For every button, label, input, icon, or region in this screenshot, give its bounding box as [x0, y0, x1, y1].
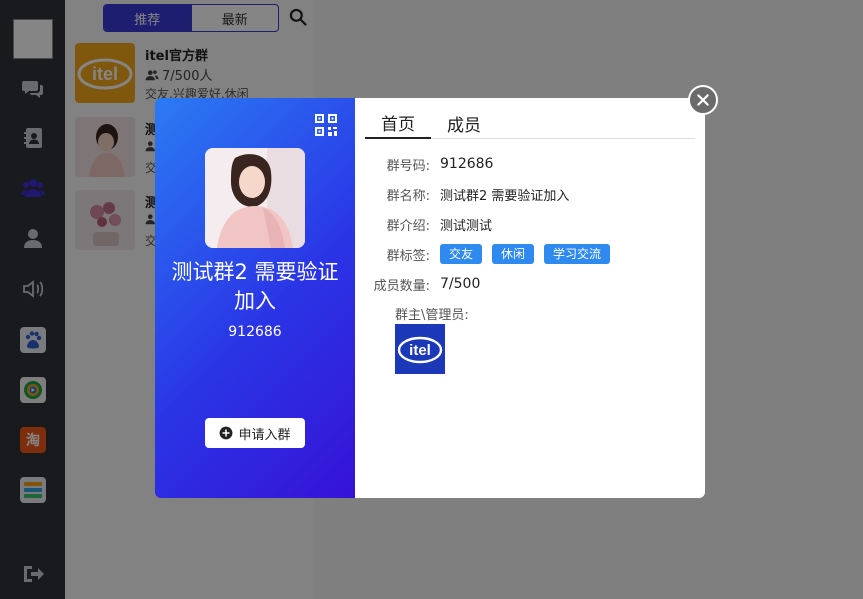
modal-profile-panel: 测试群2 需要验证加入 912686 申请入群: [155, 98, 355, 498]
qrcode-icon[interactable]: [314, 113, 338, 137]
group-name-label: 群名称:: [386, 188, 430, 204]
group-avatar: [205, 148, 305, 248]
group-number: 912686: [228, 324, 282, 340]
plus-circle-icon: [220, 426, 233, 440]
owner-label: 群主\管理员:: [395, 308, 469, 323]
group-name-row: 群名称: 测试群2 需要验证加入: [355, 183, 570, 205]
group-id-label: 群号码:: [386, 158, 430, 174]
member-count-label: 成员数量:: [373, 278, 430, 294]
tab-members[interactable]: 成员: [431, 108, 497, 139]
modal-tabs: 首页 成员: [365, 108, 695, 139]
group-intro-label: 群介绍:: [386, 218, 430, 234]
owner-avatar[interactable]: itel: [395, 324, 445, 374]
apply-join-label: 申请入群: [238, 427, 291, 443]
group-id-value: 912686: [440, 156, 494, 172]
group-info-modal: 测试群2 需要验证加入 912686 申请入群 首页 成员 群号码: 91268…: [155, 98, 705, 498]
group-tags-row: 群标签: 交友 休闲 学习交流: [355, 243, 620, 265]
close-icon: [697, 94, 709, 106]
svg-text:itel: itel: [409, 342, 431, 359]
member-count-row: 成员数量: 7/500: [355, 273, 481, 295]
member-count-value: 7/500: [440, 276, 481, 292]
group-name-value: 测试群2 需要验证加入: [440, 188, 570, 204]
group-intro-value: 测试测试: [440, 218, 493, 234]
tag-badge: 交友: [440, 244, 483, 264]
modal-detail-panel: 首页 成员 群号码: 912686 群名称: 测试群2 需要验证加入 群介绍: …: [355, 98, 705, 498]
group-id-row: 群号码: 912686: [355, 153, 494, 175]
apply-join-button[interactable]: 申请入群: [205, 418, 305, 448]
group-intro-row: 群介绍: 测试测试: [355, 213, 492, 235]
group-tags-label: 群标签:: [386, 248, 430, 264]
group-title: 测试群2 需要验证加入: [171, 260, 339, 313]
tag-badge: 休闲: [492, 244, 535, 264]
tag-badge: 学习交流: [544, 244, 611, 264]
tab-home[interactable]: 首页: [365, 108, 431, 139]
close-modal-button[interactable]: [688, 85, 718, 115]
